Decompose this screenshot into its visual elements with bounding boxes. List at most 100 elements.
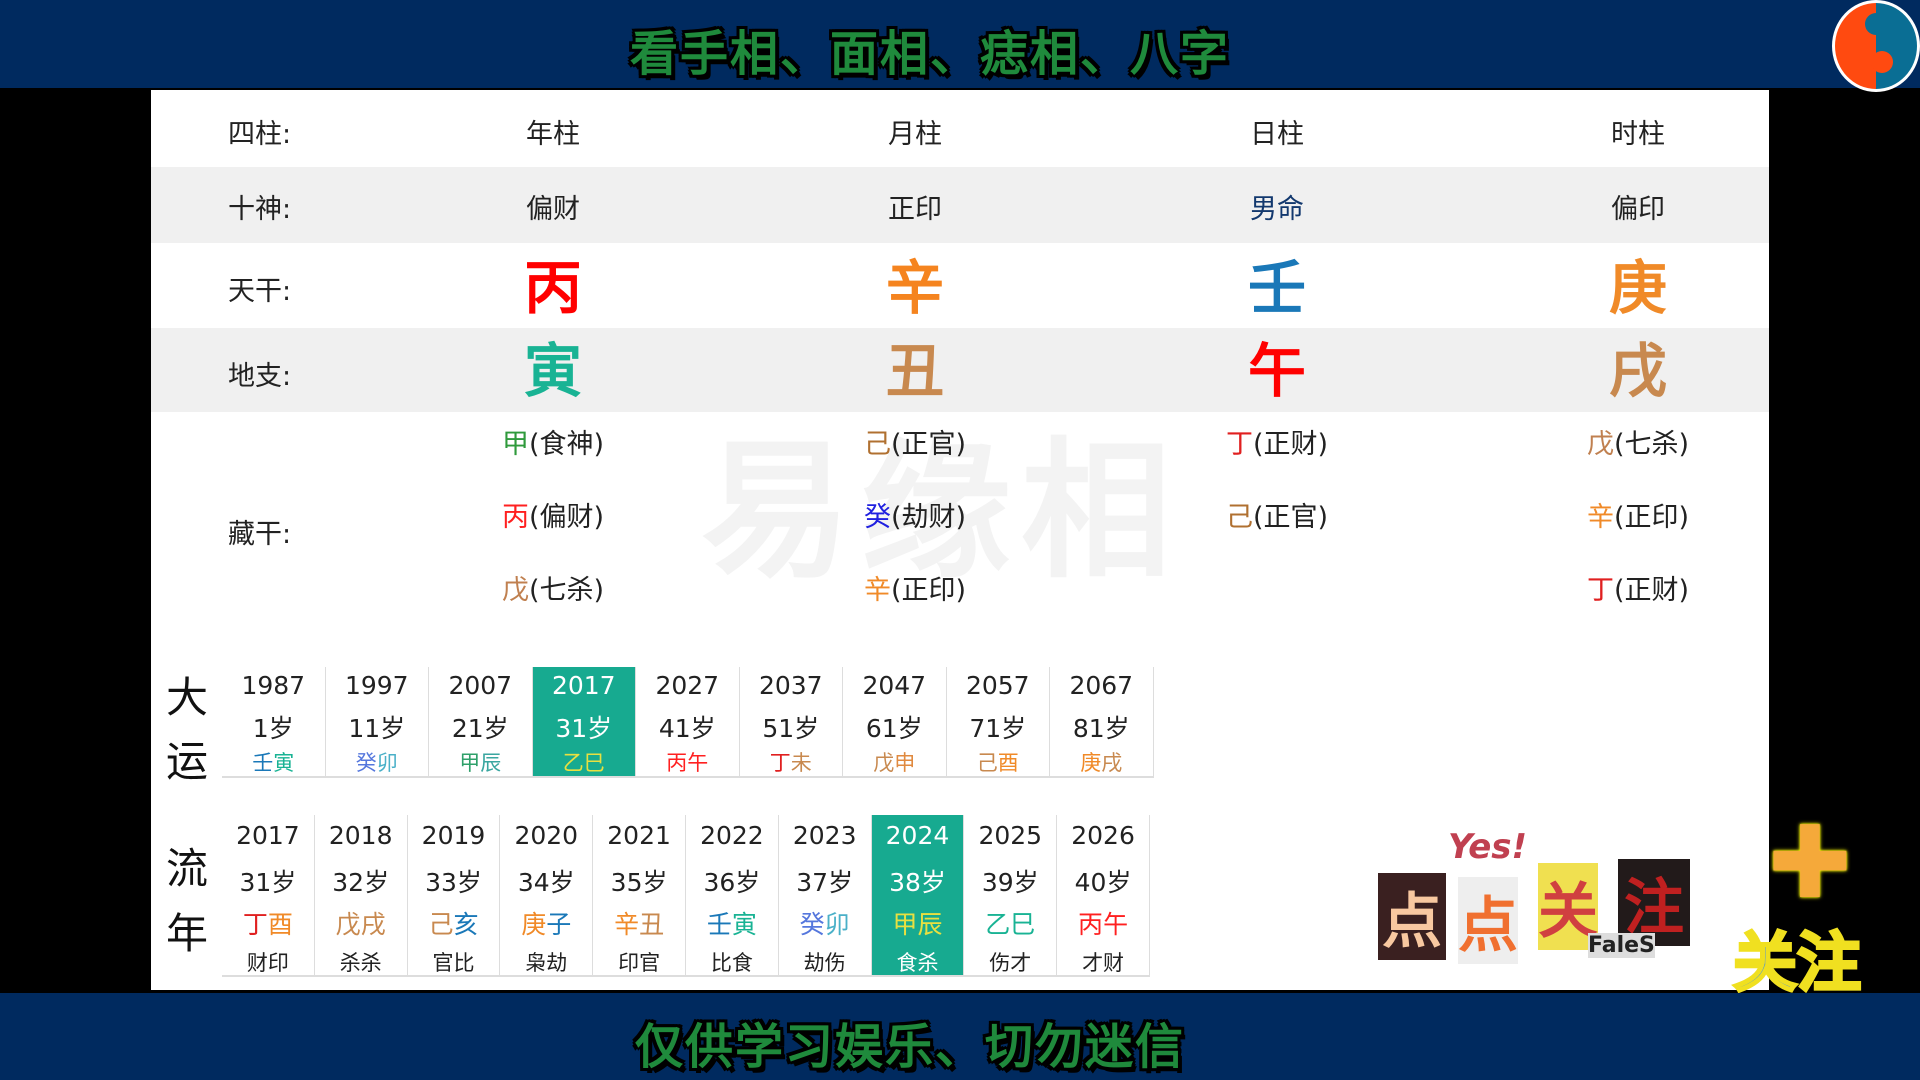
tiangan-cell: 丙 bbox=[523, 254, 582, 322]
dayun-year: 2037 bbox=[758, 671, 823, 700]
follow-sticker[interactable]: Yes! 点 点 关 注 FaleS bbox=[1378, 827, 1702, 967]
canggan-item: 丙(偏财) bbox=[403, 495, 703, 534]
liunian-cell[interactable]: 2025 39岁 乙巳 伤才 bbox=[964, 815, 1058, 975]
plus-icon[interactable]: ✚ bbox=[1768, 813, 1852, 913]
dayun-cell[interactable]: 2057 71岁 己酉 bbox=[947, 667, 1050, 777]
dayun-cell[interactable]: 2027 41岁 丙午 bbox=[636, 667, 740, 776]
canggan-stem: 戊 bbox=[501, 575, 529, 606]
liunian-cell[interactable]: 2024 38岁 甲辰 食杀 bbox=[871, 815, 965, 975]
liunian-year: 2021 bbox=[607, 821, 671, 850]
tiangan-cell: 辛 bbox=[885, 254, 944, 322]
canggan-stem: 丁 bbox=[1225, 429, 1253, 460]
liunian-cell[interactable]: 2023 37岁 癸卯 劫伤 bbox=[779, 815, 872, 975]
dayun-year: 2057 bbox=[965, 671, 1030, 700]
canggan-stem: 丁 bbox=[1586, 575, 1614, 606]
tiangan-label: 天干: bbox=[228, 276, 292, 307]
dayun-cell[interactable]: 2067 81岁 庚戌 bbox=[1050, 667, 1154, 776]
dayun-ganzhi-char: 乙 bbox=[562, 751, 584, 775]
canggan-stem: 辛 bbox=[1586, 502, 1614, 533]
liunian-shishen: 伤才 bbox=[989, 951, 1032, 975]
liunian-ganzhi: 癸卯 bbox=[779, 905, 871, 941]
dizhi-row: 地支: 寅 丑 午 戌 bbox=[151, 328, 1769, 412]
pillars-row: 四柱: 年柱 月柱 日柱 时柱 bbox=[151, 95, 1769, 167]
liunian-year: 2023 bbox=[792, 821, 857, 850]
dayun-year: 1997 bbox=[344, 671, 409, 700]
liunian-cell[interactable]: 2017 31岁 丁酉 财印 bbox=[222, 815, 315, 975]
liunian-year: 2017 bbox=[236, 821, 300, 850]
liunian-ganzhi: 甲辰 bbox=[872, 905, 964, 941]
liunian-cell[interactable]: 2022 36岁 壬寅 比食 bbox=[686, 815, 779, 975]
canggan-stem: 己 bbox=[1225, 502, 1253, 533]
pillars-label: 四柱: bbox=[228, 119, 292, 150]
dayun-cell[interactable]: 2017 31岁 乙巳 bbox=[532, 667, 636, 776]
dayun-ganzhi-char: 未 bbox=[790, 751, 812, 775]
liunian-cell[interactable]: 2026 40岁 丙午 才财 bbox=[1057, 815, 1150, 975]
dayun-cell[interactable]: 1997 11岁癸卯 bbox=[326, 667, 429, 776]
liunian-ganzhi-char: 戊 bbox=[335, 910, 361, 939]
canggan-stem: 辛 bbox=[863, 575, 891, 606]
liunian-ganzhi-char: 戌 bbox=[360, 910, 386, 939]
pillars-cell: 日柱 bbox=[1250, 119, 1304, 150]
liunian-age: 32岁 bbox=[332, 868, 390, 897]
dayun-ganzhi: 己酉 bbox=[947, 747, 1050, 777]
canggan-stem: 己 bbox=[863, 429, 891, 460]
liunian-year: 2019 bbox=[421, 821, 486, 850]
tiangan-row: 天干: 丙 辛 壬 庚 bbox=[151, 243, 1769, 328]
canggan-god: (正财) bbox=[1252, 429, 1329, 460]
liunian-ganzhi-char: 巳 bbox=[1010, 910, 1036, 939]
dayun-ganzhi: 戊申 bbox=[843, 747, 946, 777]
dayun-age: 11岁 bbox=[348, 714, 406, 743]
dayun-ganzhi: 丙午 bbox=[636, 747, 739, 777]
dayun-label-1: 大 bbox=[166, 673, 209, 722]
liunian-ganzhi-char: 卯 bbox=[824, 910, 850, 939]
liunian-ganzhi: 丁酉 bbox=[222, 905, 314, 941]
liunian-ganzhi-char: 午 bbox=[1103, 910, 1129, 939]
canggan-god: (七杀) bbox=[528, 575, 605, 606]
dayun-cell[interactable]: 1987 1岁 壬寅 bbox=[222, 667, 326, 776]
shishen-label: 十神: bbox=[228, 194, 292, 225]
dayun-ganzhi-char: 申 bbox=[894, 751, 916, 775]
canggan-god: (正印) bbox=[890, 575, 967, 606]
canggan-god: (正财) bbox=[1613, 575, 1690, 606]
follow-button[interactable]: 关注 bbox=[1732, 912, 1863, 1004]
canggan-item: 己(正官) bbox=[1127, 495, 1427, 534]
tiangan-cell: 壬 bbox=[1247, 254, 1306, 322]
liunian-age: 37岁 bbox=[796, 868, 854, 897]
sticker-char: 点 bbox=[1378, 873, 1446, 960]
canggan-god: (正官) bbox=[1252, 502, 1329, 533]
dayun-year: 2047 bbox=[862, 671, 927, 700]
dayun-ganzhi: 丁未 bbox=[740, 747, 843, 777]
canggan-item: 己(正官) bbox=[765, 422, 1065, 461]
liunian-cell[interactable]: 2018 32岁 戊戌 杀杀 bbox=[315, 815, 408, 975]
liunian-cell[interactable]: 2020 34岁 庚子 枭劫 bbox=[500, 815, 594, 975]
canggan-god: (正官) bbox=[890, 429, 967, 460]
dayun-ganzhi-char: 酉 bbox=[997, 751, 1019, 775]
canggan-item: 癸(劫财) bbox=[765, 495, 1065, 534]
dayun-ganzhi-char: 庚 bbox=[1080, 751, 1102, 775]
liunian-cell[interactable]: 2021 35岁 辛丑 印官 bbox=[593, 815, 686, 975]
bazi-panel: 易缘相 四柱: 年柱 月柱 日柱 时柱 十神: 偏财 正印 男命 偏印 天干: 丙辛壬庚 地… bbox=[151, 90, 1769, 990]
liunian-ganzhi-char: 甲 bbox=[892, 910, 918, 939]
canggan-stem: 癸 bbox=[863, 502, 891, 533]
banner-title: 看手相、面相、痣相、八字 bbox=[629, 26, 1230, 82]
dayun-cell[interactable]: 2037 51岁 丁未 bbox=[740, 667, 843, 777]
liunian-ganzhi: 己亥 bbox=[408, 905, 500, 941]
shishen-cell: 正印 bbox=[888, 194, 942, 225]
sticker-brand: FaleS bbox=[1588, 933, 1655, 958]
dayun-ganzhi: 壬寅 bbox=[222, 747, 325, 777]
dayun-ganzhi-char: 癸 bbox=[355, 751, 377, 775]
dayun-cell[interactable]: 2047 61岁 戊申 bbox=[843, 667, 947, 776]
liunian-shishen: 枭劫 bbox=[525, 951, 568, 975]
liunian-ganzhi-char: 寅 bbox=[731, 910, 757, 939]
liunian-ganzhi-char: 乙 bbox=[985, 910, 1011, 939]
canggan-stem: 戊 bbox=[1586, 429, 1614, 460]
liunian-cell[interactable]: 2019 33岁 己亥 官比 bbox=[408, 815, 501, 975]
dayun-cell[interactable]: 2007 21岁 甲辰 bbox=[429, 667, 533, 776]
dizhi-cell: 丑 bbox=[885, 337, 944, 405]
liunian-age: 39岁 bbox=[981, 868, 1039, 897]
dayun-year: 1987 bbox=[241, 671, 306, 700]
liunian-age: 38岁 bbox=[889, 868, 946, 897]
tiangan-cell: 庚 bbox=[1608, 254, 1667, 322]
dayun-year: 2007 bbox=[448, 671, 513, 700]
dayun-ganzhi-char: 卯 bbox=[376, 751, 398, 775]
